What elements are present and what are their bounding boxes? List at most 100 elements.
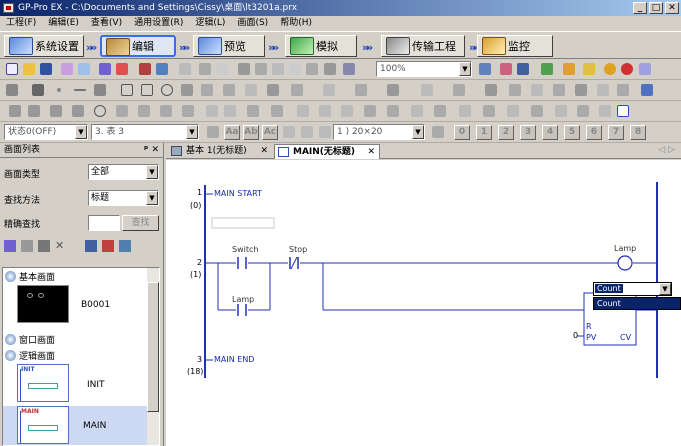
open-icon[interactable] [22,62,36,76]
step-edit[interactable]: 编辑 [100,35,176,57]
lamp-contact-label[interactable]: Lamp [232,295,254,304]
pen-icon[interactable] [198,62,212,76]
switch-lamp-icon[interactable] [290,83,304,97]
left-right-icon[interactable] [576,104,590,118]
select-pointer-icon[interactable] [5,83,19,97]
tab-main[interactable]: MAIN(无标题) ✕ [274,144,380,159]
main-end-label[interactable]: MAIN END [214,355,254,364]
step-system-settings[interactable]: 系统设置 [4,35,84,57]
menu-file[interactable]: 工程(F) [6,16,36,31]
video-icon[interactable] [596,83,610,97]
info-icon[interactable] [603,62,617,76]
step-preview[interactable]: 预览 [193,35,265,57]
insert-column-icon[interactable] [363,104,377,118]
tree-group-logic[interactable]: 逻辑画面 [5,349,55,362]
rectangle-icon[interactable] [120,83,134,97]
eraser-icon[interactable] [215,62,229,76]
menu-common-settings[interactable]: 通用设置(R) [134,16,183,31]
cut-icon[interactable] [237,62,251,76]
state-select[interactable]: 状态0(OFF) ▼ [4,124,88,140]
screen-properties-icon[interactable] [85,240,97,252]
circle-icon[interactable] [160,83,174,97]
instruction-icon[interactable] [246,104,260,118]
text-table-a-button[interactable]: Aa [224,125,240,140]
ladder-editor[interactable]: 1 (0) MAIN START 2 (1) Switch Stop Lamp … [166,160,681,446]
copy-format-icon[interactable] [305,62,319,76]
delete-icon[interactable] [323,62,337,76]
table-select[interactable]: 3. 表 3 ▼ [91,124,199,140]
branch-end-icon[interactable] [223,104,237,118]
main-start-label[interactable]: MAIN START [214,189,262,198]
monitor-ladder-icon[interactable] [458,104,472,118]
pin-close-icon[interactable]: ᵖ ✕ [144,143,159,158]
library-icon[interactable] [540,62,554,76]
data-display-icon[interactable] [322,83,336,97]
step-simulate[interactable]: 模拟 [285,35,357,57]
sound-icon[interactable] [574,83,588,97]
save-icon[interactable] [39,62,53,76]
copy-screen-icon[interactable] [21,240,33,252]
step-icon[interactable] [506,104,520,118]
close-tab-icon[interactable]: ✕ [367,145,375,159]
address-icon[interactable] [499,62,513,76]
counter-dropdown-option[interactable]: Count [593,297,681,310]
state-4-button[interactable]: 4 [542,125,558,140]
tree-group-base[interactable]: 基本画面 [5,270,55,283]
scrollbar-thumb[interactable] [147,282,159,412]
export-icon[interactable] [155,62,169,76]
minimize-button[interactable]: _ [633,2,647,14]
polyline-icon[interactable] [93,83,107,97]
move-icon[interactable] [508,83,522,97]
screen-layout-icon[interactable] [119,240,131,252]
text-table-c-button[interactable]: Ac [262,125,278,140]
switch-contact-label[interactable]: Switch [232,245,258,254]
counter-instruction-select[interactable]: Count ▼ [593,282,672,296]
text-style-icon[interactable] [206,125,220,139]
screen-colors-icon[interactable] [102,240,114,252]
watch-icon[interactable] [482,104,496,118]
replace-icon[interactable] [554,104,568,118]
lamp-coil-label[interactable]: Lamp [614,244,636,253]
close-tab-icon[interactable]: ✕ [260,144,268,158]
insert-rung-icon[interactable] [296,104,310,118]
text-table-b-button[interactable]: Ab [243,125,259,140]
text-icon[interactable] [31,83,45,97]
new-screen-icon[interactable] [4,240,16,252]
stop-icon[interactable] [620,62,634,76]
screen-item-init[interactable]: INIT [87,380,105,390]
state-6-button[interactable]: 6 [586,125,602,140]
tree-group-window[interactable]: 窗口画面 [5,333,55,346]
import-icon[interactable] [138,62,152,76]
delete-rung-icon[interactable] [340,104,354,118]
bar-icon[interactable] [200,83,214,97]
state-8-button[interactable]: 8 [630,125,646,140]
state-0-button[interactable]: 0 [454,125,470,140]
b0001-thumbnail[interactable] [17,285,69,323]
insert-rung-after-icon[interactable] [318,104,332,118]
alarm-icon[interactable] [562,62,576,76]
fall-coil-icon[interactable] [181,104,195,118]
state-5-button[interactable]: 5 [564,125,580,140]
picture-icon[interactable] [484,83,498,97]
screen-list-scrollbar[interactable] [147,268,159,445]
menu-view[interactable]: 查看(V) [91,16,122,31]
branch-icon[interactable] [205,104,219,118]
label-icon[interactable] [270,104,284,118]
rise-contact-icon[interactable] [49,104,63,118]
text-list-icon[interactable] [300,125,314,139]
table-icon[interactable] [244,83,258,97]
set-coil-icon[interactable] [115,104,129,118]
state-3-button[interactable]: 3 [520,125,536,140]
menu-logic[interactable]: 逻辑(L) [195,16,225,31]
grid-select[interactable]: 1 ) 20×20 ▼ [333,124,425,140]
polygon-icon[interactable] [140,83,154,97]
menu-screen[interactable]: 画面(S) [237,16,268,31]
text-export-icon[interactable] [318,125,332,139]
tab-base-1[interactable]: 基本 1(无标题) ✕ [168,144,272,159]
maximize-button[interactable]: □ [649,2,663,14]
screen-preview-icon[interactable] [478,62,492,76]
edit-text-icon[interactable] [282,125,296,139]
screen-new-icon[interactable] [98,62,112,76]
search-input[interactable] [88,215,120,231]
fill-icon[interactable] [266,83,280,97]
